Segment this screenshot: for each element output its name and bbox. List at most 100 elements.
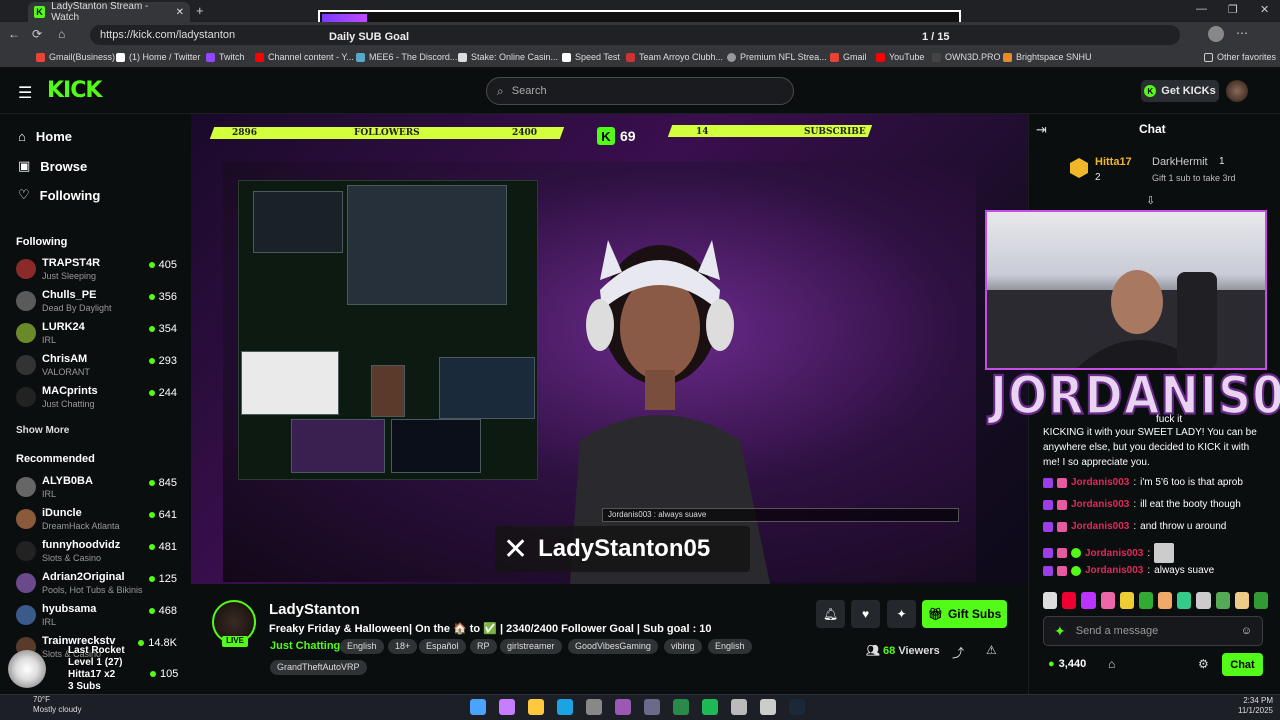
sidebar-channel[interactable]: ALYB0BA IRL 845: [16, 475, 182, 505]
emote-icon[interactable]: [1119, 592, 1134, 609]
kick-coin-icon: K: [1144, 85, 1157, 97]
emote-icon[interactable]: [1158, 592, 1173, 609]
kick-balance[interactable]: ● 3,440: [1048, 658, 1086, 670]
bookmark-item[interactable]: Gmail(Business): [36, 52, 115, 62]
kick-logo[interactable]: KICK: [47, 78, 102, 103]
get-kicks-button[interactable]: K Get KICKs: [1141, 80, 1219, 102]
sidebar-channel[interactable]: Adrian2Original Pools, Hot Tubs & Bikinis…: [16, 571, 182, 601]
gift-subs-button[interactable]: 🎁︎ Gift Subs: [922, 600, 1007, 628]
more-menu-icon[interactable]: ⋯: [1236, 26, 1248, 40]
emote-icon[interactable]: [1234, 592, 1249, 609]
sparkle-icon: ✦: [896, 607, 907, 621]
tag[interactable]: vibing: [664, 639, 702, 654]
tag[interactable]: Español: [419, 639, 466, 654]
bookmark-item[interactable]: (1) Home / Twitter: [116, 52, 200, 62]
tag[interactable]: RP: [470, 639, 497, 654]
show-more-link[interactable]: Show More: [16, 425, 69, 436]
nav-following[interactable]: ♡ Following: [18, 187, 100, 203]
taskbar-app-icon[interactable]: [789, 699, 805, 715]
sparkle-button[interactable]: ✦: [887, 600, 916, 628]
search-input[interactable]: ⌕ Search: [486, 77, 794, 105]
emote-icon[interactable]: [1043, 592, 1058, 609]
url-field[interactable]: https://kick.com/ladystanton: [90, 25, 1180, 45]
user-avatar[interactable]: [1226, 80, 1248, 102]
emote-icon[interactable]: [1081, 592, 1096, 609]
settings-icon[interactable]: ⚙: [1198, 657, 1209, 671]
bookmark-item[interactable]: MEE6 - The Discord...: [356, 52, 457, 62]
nav-browse[interactable]: ▣ Browse: [18, 158, 87, 174]
taskbar-app-icon[interactable]: [760, 699, 776, 715]
system-clock[interactable]: 2:34 PM 11/1/2025: [1238, 696, 1273, 716]
tag[interactable]: girlstreamer: [500, 639, 562, 654]
notification-button[interactable]: 🔔︎: [816, 600, 845, 628]
emote-icon[interactable]: [1062, 592, 1077, 609]
emote-icon[interactable]: [1100, 592, 1115, 609]
taskbar-app-icon[interactable]: [470, 699, 486, 715]
sidebar-channel[interactable]: LURK24 IRL 354: [16, 321, 182, 351]
taskbar-app-icon[interactable]: [586, 699, 602, 715]
bookmark-item[interactable]: Twitch: [206, 52, 245, 62]
emote-icon[interactable]: [1177, 592, 1192, 609]
emote-icon[interactable]: [1196, 592, 1211, 609]
taskbar-app-icon[interactable]: [499, 699, 515, 715]
bookmark-item[interactable]: Premium NFL Strea...: [727, 52, 827, 62]
report-icon[interactable]: ⚠: [986, 643, 997, 657]
window-close-icon[interactable]: ✕: [1260, 3, 1269, 16]
taskbar-app-icon[interactable]: [644, 699, 660, 715]
taskbar-app-icon[interactable]: [557, 699, 573, 715]
tag[interactable]: 18+: [388, 639, 418, 654]
emote-icon[interactable]: [1215, 592, 1230, 609]
emote-icon[interactable]: [1253, 592, 1269, 609]
maximize-icon[interactable]: ❐: [1228, 3, 1238, 16]
minimize-icon[interactable]: —: [1196, 3, 1207, 15]
refresh-icon[interactable]: ⟳: [32, 27, 42, 41]
sidebar-channel[interactable]: funnyhoodvidz Slots & Casino 481: [16, 539, 182, 569]
bookmark-item[interactable]: Team Arroyo Clubh...: [626, 52, 723, 62]
taskbar-app-icon[interactable]: [615, 699, 631, 715]
bookmark-item[interactable]: Brightspace SNHU: [1003, 52, 1092, 62]
gift-badge-icon: [1057, 548, 1067, 558]
emoji-icon[interactable]: ☺: [1241, 625, 1252, 637]
sidebar-channel[interactable]: TRAPST4R Just Sleeping 405: [16, 257, 182, 287]
tab-close-icon[interactable]: ✕: [176, 7, 184, 18]
chat-input[interactable]: ✦ Send a message ☺: [1043, 616, 1263, 646]
bookmark-item[interactable]: Speed Test: [562, 52, 620, 62]
tag[interactable]: English: [340, 639, 384, 654]
follow-button[interactable]: ♥: [851, 600, 880, 628]
back-icon[interactable]: ←: [8, 27, 20, 41]
gift-shop-icon[interactable]: ⌂: [1108, 657, 1115, 671]
chat-send-button[interactable]: Chat: [1222, 653, 1263, 676]
taskbar-app-icon[interactable]: [528, 699, 544, 715]
sidebar-channel[interactable]: MACprints Just Chatting 244: [16, 385, 182, 415]
sidebar-channel[interactable]: iDuncle DreamHack Atlanta 641: [16, 507, 182, 537]
streamer-name[interactable]: LadyStanton: [269, 601, 360, 618]
stream-category[interactable]: Just Chatting: [270, 640, 340, 652]
collapse-chat-icon[interactable]: ⇥: [1036, 122, 1047, 138]
verified-badge-icon: [1071, 565, 1081, 576]
bookmark-item[interactable]: Gmail: [830, 52, 867, 62]
nav-home[interactable]: ⌂ Home: [18, 129, 72, 144]
profile-icon[interactable]: [1208, 26, 1224, 42]
taskbar-app-icon[interactable]: [673, 699, 689, 715]
bookmark-item[interactable]: Stake: Online Casin...: [458, 52, 558, 62]
bookmark-item[interactable]: YouTube: [876, 52, 924, 62]
bookmark-item[interactable]: Other favorites: [1204, 52, 1276, 62]
sidebar-channel[interactable]: Chulls_PE Dead By Daylight 356: [16, 289, 182, 319]
sidebar-channel[interactable]: ChrisAM VALORANT 293: [16, 353, 182, 383]
scroll-down-icon[interactable]: ⇩: [1146, 194, 1155, 207]
share-icon[interactable]: ⤴: [952, 644, 964, 661]
home-browser-icon[interactable]: ⌂: [58, 27, 65, 41]
weather-widget[interactable]: 70°F Mostly cloudy: [33, 695, 81, 715]
taskbar-app-icon[interactable]: [702, 699, 718, 715]
sidebar-channel[interactable]: hyubsama IRL 468: [16, 603, 182, 633]
emote-icon[interactable]: [1138, 592, 1154, 609]
taskbar-app-icon[interactable]: [731, 699, 747, 715]
bookmark-item[interactable]: Channel content - Y...: [255, 52, 354, 62]
browser-tab[interactable]: K LadyStanton Stream - Watch ✕: [28, 1, 190, 23]
tag[interactable]: GoodVibesGaming: [568, 639, 658, 654]
tag[interactable]: English: [708, 639, 752, 654]
new-tab-icon[interactable]: +: [196, 3, 204, 18]
menu-icon[interactable]: ☰: [18, 83, 32, 103]
tag[interactable]: GrandTheftAutoVRP: [270, 660, 367, 675]
bookmark-item[interactable]: OWN3D.PRO: [932, 52, 1001, 62]
